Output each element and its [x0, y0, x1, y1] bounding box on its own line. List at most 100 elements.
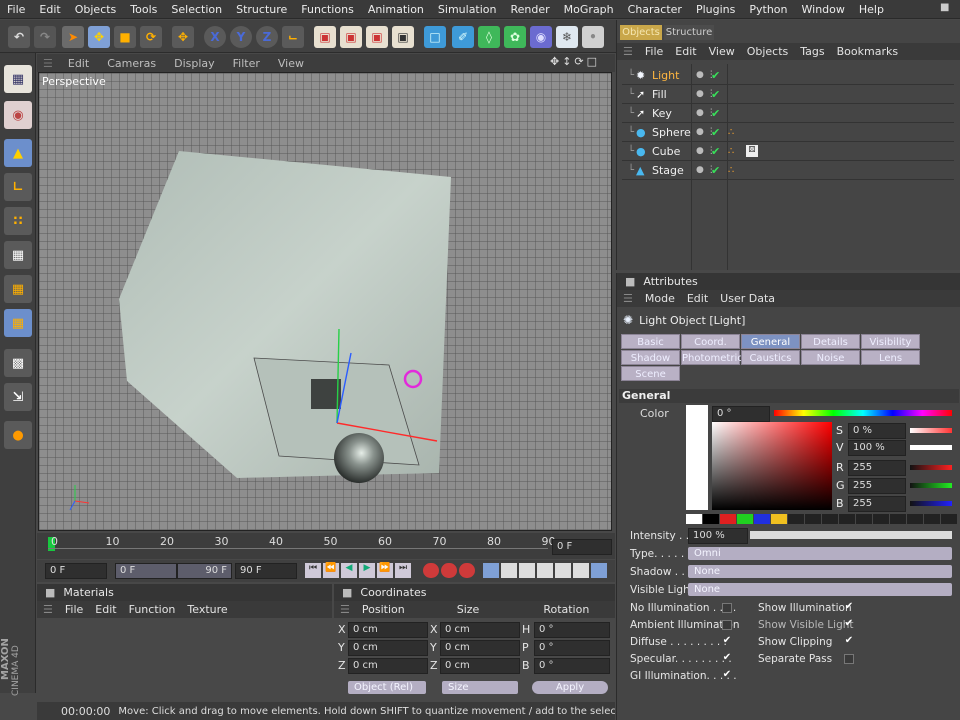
- scene-floor-icon[interactable]: ❄: [556, 26, 578, 48]
- snap-icon[interactable]: ⇲: [4, 383, 32, 411]
- tab-basic[interactable]: Basic: [621, 334, 680, 349]
- menu-python[interactable]: Python: [742, 3, 794, 16]
- live-selection-icon[interactable]: ➤: [62, 26, 84, 48]
- edges-mode-icon[interactable]: ▦: [4, 241, 32, 269]
- attributes-menu-edit[interactable]: Edit: [681, 292, 714, 305]
- model-mode-icon[interactable]: ◉: [4, 101, 32, 129]
- size-field[interactable]: 0 cm: [440, 658, 520, 674]
- color-swatch-row[interactable]: [686, 514, 957, 524]
- phong-tag-icon[interactable]: ∴: [728, 146, 734, 157]
- transport-buttons[interactable]: ⏮ ⏪ ◀ ▶ ⏩ ⏭: [305, 563, 411, 578]
- viewport-menu-display[interactable]: Display: [165, 57, 224, 70]
- menu-render[interactable]: Render: [504, 3, 557, 16]
- size-field[interactable]: 0 cm: [440, 622, 520, 638]
- object-manager-menu-objects[interactable]: Objects: [741, 45, 795, 58]
- menu-plugins[interactable]: Plugins: [689, 3, 742, 16]
- viewport-menu-edit[interactable]: Edit: [59, 57, 98, 70]
- object-name[interactable]: Key: [652, 107, 672, 120]
- option-checkbox[interactable]: ✔: [844, 619, 854, 630]
- perspective-viewport[interactable]: Perspective: [38, 72, 612, 531]
- menu-file[interactable]: File: [0, 3, 32, 16]
- redo-icon[interactable]: ↷: [34, 26, 56, 48]
- points-mode-icon[interactable]: ∷: [4, 207, 32, 235]
- x-axis-lock-icon[interactable]: X: [204, 26, 226, 48]
- object-name[interactable]: Fill: [652, 88, 667, 101]
- deformer-icon[interactable]: ◉: [530, 26, 552, 48]
- option-checkbox[interactable]: [722, 603, 732, 613]
- object-manager-menu-view[interactable]: View: [703, 45, 741, 58]
- menu-structure[interactable]: Structure: [229, 3, 294, 16]
- tab-general[interactable]: General: [741, 334, 800, 349]
- color-swatch[interactable]: [686, 405, 708, 510]
- enabled-check-icon[interactable]: ✔: [711, 88, 720, 101]
- cube-primitive-icon[interactable]: □: [424, 26, 446, 48]
- tab-details[interactable]: Details: [801, 334, 860, 349]
- menu-help[interactable]: Help: [852, 3, 891, 16]
- tab-structure[interactable]: Structure: [664, 25, 714, 40]
- intensity-slider[interactable]: [750, 531, 952, 539]
- menu-objects[interactable]: Objects: [68, 3, 124, 16]
- tab-photometric[interactable]: Photometric: [681, 350, 743, 365]
- object-row-cube[interactable]: └ ● Cube ● ⋮ ✔ ∴ ⚄: [622, 142, 954, 161]
- hue-slider[interactable]: [774, 410, 952, 416]
- tab-caustics[interactable]: Caustics: [741, 350, 800, 365]
- sphere-object[interactable]: [334, 433, 384, 483]
- tab-lens[interactable]: Lens: [861, 350, 920, 365]
- visible-light-dropdown[interactable]: None: [688, 583, 952, 596]
- hsv-field[interactable]: 0 %: [848, 423, 906, 439]
- render-picture-viewer-icon[interactable]: ▣: [340, 26, 362, 48]
- move-tool-icon[interactable]: ✥: [88, 26, 110, 48]
- tab-coord[interactable]: Coord.: [681, 334, 740, 349]
- rgb-slider[interactable]: [910, 483, 952, 488]
- saturation-value-square[interactable]: [712, 422, 832, 510]
- object-manager-menu-tags[interactable]: Tags: [794, 45, 830, 58]
- object-row-sphere[interactable]: └ ● Sphere ● ⋮ ✔ ∴: [622, 123, 954, 142]
- object-name[interactable]: Sphere: [652, 126, 691, 139]
- viewport-menu-filter[interactable]: Filter: [224, 57, 269, 70]
- materials-menu-edit[interactable]: Edit: [89, 603, 122, 616]
- enable-axis-icon[interactable]: ▦: [4, 309, 32, 337]
- object-row-light[interactable]: └ ✹ Light ● ⋮ ✔: [622, 66, 954, 85]
- rotate-tool-icon[interactable]: ⟳: [140, 26, 162, 48]
- phong-tag-icon[interactable]: ∴: [728, 165, 734, 176]
- option-checkbox[interactable]: ✔: [722, 636, 732, 647]
- menu-animation[interactable]: Animation: [361, 3, 431, 16]
- rgb-field[interactable]: 255: [848, 478, 906, 494]
- key-type-buttons[interactable]: [483, 563, 607, 578]
- object-row-fill[interactable]: └ ➚ Fill ● ⋮ ✔: [622, 85, 954, 104]
- attributes-menu-mode[interactable]: Mode: [639, 292, 681, 305]
- recent-tool-icon[interactable]: ✥: [172, 26, 194, 48]
- tab-noise[interactable]: Noise: [801, 350, 860, 365]
- phong-tag-icon[interactable]: ∴: [728, 127, 734, 138]
- make-editable-icon[interactable]: ▦: [4, 65, 32, 93]
- range-end-field[interactable]: 90 F: [177, 563, 232, 579]
- position-field[interactable]: 0 cm: [348, 640, 428, 656]
- start-frame-field[interactable]: 0 F: [45, 563, 107, 579]
- option-checkbox[interactable]: ✔: [844, 636, 854, 647]
- menu-selection[interactable]: Selection: [164, 3, 229, 16]
- timeline-ruler[interactable]: 0 10 20 30 40 50 60 70 80 90 0 F: [37, 533, 615, 559]
- option-checkbox[interactable]: ✔: [722, 670, 732, 681]
- size-mode-dropdown[interactable]: Size: [442, 681, 518, 694]
- rotation-field[interactable]: 0 °: [534, 640, 610, 656]
- rgb-field[interactable]: 255: [848, 496, 906, 512]
- undo-icon[interactable]: ↶: [8, 26, 30, 48]
- texture-tag-icon[interactable]: ⚄: [746, 145, 758, 157]
- coordinate-system-icon[interactable]: ⌙: [282, 26, 304, 48]
- materials-menu-file[interactable]: File: [59, 603, 89, 616]
- current-frame-field[interactable]: 0 F: [552, 539, 612, 555]
- window-close-icon[interactable]: ■: [940, 2, 949, 13]
- rgb-slider[interactable]: [910, 501, 952, 506]
- object-row-key[interactable]: └ ➚ Key ● ⋮ ✔: [622, 104, 954, 123]
- rgb-slider[interactable]: [910, 465, 952, 470]
- end-frame-field[interactable]: 90 F: [235, 563, 297, 579]
- scale-tool-icon[interactable]: ■: [114, 26, 136, 48]
- attributes-menu-user-data[interactable]: User Data: [714, 292, 781, 305]
- option-checkbox[interactable]: ✔: [722, 653, 732, 664]
- light-object-icon[interactable]: •: [582, 26, 604, 48]
- y-axis-lock-icon[interactable]: Y: [230, 26, 252, 48]
- position-field[interactable]: 0 cm: [348, 658, 428, 674]
- pen-spline-icon[interactable]: ✐: [452, 26, 474, 48]
- hsv-field[interactable]: 100 %: [848, 440, 906, 456]
- object-manager-menu-bookmarks[interactable]: Bookmarks: [831, 45, 904, 58]
